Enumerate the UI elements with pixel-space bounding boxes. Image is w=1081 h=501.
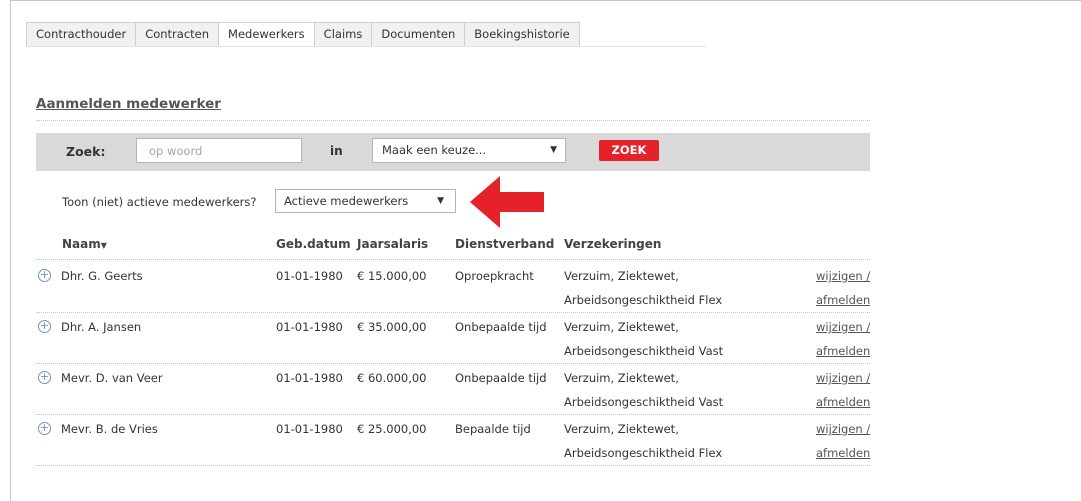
active-filter-select[interactable]: Actieve medewerkers ▼ (275, 189, 456, 213)
row-divider (36, 414, 870, 415)
tab-medewerkers[interactable]: Medewerkers (218, 22, 314, 47)
search-in-label: in (330, 144, 343, 158)
row-dienstverband: Bepaalde tijd (455, 422, 531, 436)
wijzigen-link[interactable]: wijzigen / (816, 422, 870, 436)
search-input[interactable] (136, 138, 302, 163)
active-filter-value: Actieve medewerkers (284, 194, 409, 208)
row-divider (36, 465, 870, 466)
row-dienstverband: Oproepkracht (455, 269, 534, 283)
wijzigen-link[interactable]: wijzigen / (816, 371, 870, 385)
tab-contracten[interactable]: Contracten (135, 22, 219, 47)
row-gebdatum: 01-01-1980 (276, 371, 343, 385)
tab-bar: Contracthouder Contracten Medewerkers Cl… (26, 22, 580, 47)
afmelden-link[interactable]: afmelden (816, 446, 870, 460)
afmelden-link[interactable]: afmelden (816, 395, 870, 409)
afmelden-link[interactable]: afmelden (816, 344, 870, 358)
row-verzekeringen: Verzuim, Ziektewet, (564, 371, 679, 385)
search-label: Zoek: (66, 144, 106, 159)
wijzigen-link[interactable]: wijzigen / (816, 320, 870, 334)
row-verzekeringen-2: Arbeidsongeschiktheid Flex (564, 446, 723, 460)
row-jaarsalaris: € 35.000,00 (357, 320, 427, 334)
row-naam: Mevr. D. van Veer (61, 371, 163, 385)
row-verzekeringen: Verzuim, Ziektewet, (564, 269, 679, 283)
header-divider (36, 259, 870, 260)
expand-icon[interactable]: + (38, 422, 51, 435)
sort-down-icon: ▼ (100, 241, 107, 250)
column-header-dienstverband: Dienstverband (455, 237, 555, 251)
row-divider (36, 312, 870, 313)
caret-down-icon: ▼ (550, 145, 557, 155)
column-header-jaarsalaris: Jaarsalaris (357, 237, 429, 251)
row-dienstverband: Onbepaalde tijd (455, 320, 547, 334)
column-header-naam-label: Naam (62, 237, 101, 251)
row-jaarsalaris: € 60.000,00 (357, 371, 427, 385)
row-naam: Dhr. G. Geerts (61, 269, 143, 283)
row-verzekeringen-2: Arbeidsongeschiktheid Flex (564, 293, 723, 307)
row-gebdatum: 01-01-1980 (276, 422, 343, 436)
red-arrow-icon (470, 176, 544, 228)
zoek-button[interactable]: ZOEK (599, 140, 659, 161)
afmelden-link[interactable]: afmelden (816, 293, 870, 307)
row-naam: Mevr. B. de Vries (61, 422, 158, 436)
caret-down-icon: ▼ (437, 196, 444, 206)
search-bar: Zoek: in Maak een keuze... ▼ ZOEK (36, 133, 870, 171)
active-filter-label: Toon (niet) actieve medewerkers? (62, 195, 257, 209)
page-title: Aanmelden medewerker (36, 96, 221, 112)
tab-boekingshistorie[interactable]: Boekingshistorie (464, 22, 580, 47)
row-jaarsalaris: € 25.000,00 (357, 422, 427, 436)
row-verzekeringen-2: Arbeidsongeschiktheid Vast (564, 344, 724, 358)
expand-icon[interactable]: + (38, 371, 51, 384)
row-verzekeringen: Verzuim, Ziektewet, (564, 320, 679, 334)
row-divider (36, 363, 870, 364)
expand-icon[interactable]: + (38, 269, 51, 282)
row-gebdatum: 01-01-1980 (276, 269, 343, 283)
row-jaarsalaris: € 15.000,00 (357, 269, 427, 283)
tabs-divider (26, 46, 706, 47)
row-gebdatum: 01-01-1980 (276, 320, 343, 334)
expand-icon[interactable]: + (38, 320, 51, 333)
title-divider (36, 120, 870, 121)
column-header-gebdatum: Geb.datum (276, 237, 351, 251)
row-verzekeringen: Verzuim, Ziektewet, (564, 422, 679, 436)
column-header-naam[interactable]: Naam▼ (62, 237, 107, 251)
search-category-value: Maak een keuze... (382, 143, 487, 157)
row-naam: Dhr. A. Jansen (61, 320, 142, 334)
column-header-verzekeringen: Verzekeringen (564, 237, 662, 251)
row-dienstverband: Onbepaalde tijd (455, 371, 547, 385)
tab-contracthouder[interactable]: Contracthouder (26, 22, 136, 47)
tab-claims[interactable]: Claims (313, 22, 372, 47)
search-category-select[interactable]: Maak een keuze... ▼ (372, 138, 566, 163)
tab-documenten[interactable]: Documenten (371, 22, 465, 47)
row-verzekeringen-2: Arbeidsongeschiktheid Vast (564, 395, 724, 409)
wijzigen-link[interactable]: wijzigen / (816, 269, 870, 283)
